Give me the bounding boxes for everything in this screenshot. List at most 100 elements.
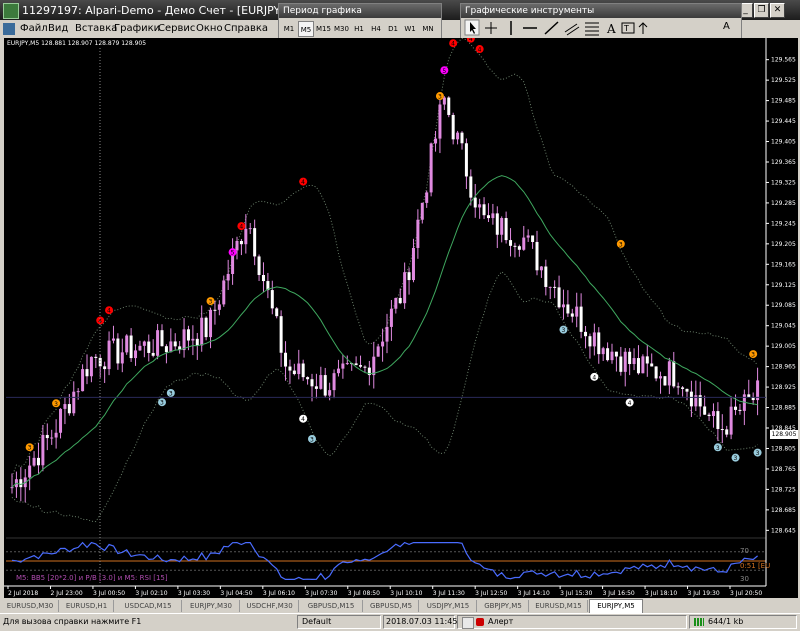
cursor-icon[interactable]: [464, 19, 480, 36]
candle-body: [570, 313, 574, 317]
candle-body: [89, 356, 93, 377]
period-m30-button[interactable]: M30: [333, 21, 350, 37]
y-tick-label: 129.045: [771, 323, 796, 330]
candle-body: [76, 391, 80, 393]
tab-eurusd-h1[interactable]: EURUSD,H1: [60, 600, 114, 612]
candle-body: [548, 286, 552, 288]
y-tick-label: 128.725: [771, 486, 796, 493]
tab-usdchf-m30[interactable]: USDCHF,M30: [241, 600, 299, 612]
candle-body: [213, 309, 217, 311]
candle-body: [650, 363, 654, 367]
candle-body: [142, 341, 146, 346]
period-m5-button[interactable]: M5: [298, 21, 314, 37]
candle-body: [160, 330, 164, 347]
candle-body: [10, 487, 14, 489]
tools-panel-title: Графические инструменты: [461, 4, 741, 18]
arrow-icon[interactable]: [638, 22, 648, 34]
fibonacci-icon[interactable]: [585, 22, 599, 36]
period-w1-button[interactable]: W1: [402, 21, 418, 37]
symbol-tabs: EURUSD,M30 EURUSD,H1 USDCAD,M15 EURJPY,M…: [0, 599, 800, 614]
label-icon[interactable]: T: [621, 22, 635, 34]
signal-marker-label: 3: [438, 94, 442, 101]
menu-charts[interactable]: Графики: [114, 23, 160, 34]
candle-body: [601, 348, 605, 355]
candle-body: [539, 266, 543, 271]
y-tick-label: 129.165: [771, 261, 796, 268]
tab-gbpjpy-m5[interactable]: GBPJPY,M5: [478, 600, 529, 612]
candle-body: [156, 330, 160, 356]
menu-tools[interactable]: Сервис: [158, 23, 195, 34]
app-icon: [3, 3, 19, 19]
text-icon[interactable]: A: [606, 22, 616, 36]
alert-icon[interactable]: [476, 618, 484, 626]
status-alert[interactable]: Алерт: [488, 617, 513, 626]
tab-eurusd-m30[interactable]: EURUSD,M30: [2, 600, 59, 612]
menu-window[interactable]: Окно: [196, 23, 223, 34]
bb-upper-band: [11, 38, 758, 478]
signal-marker-label: 4: [107, 308, 111, 315]
y-tick-label: 129.245: [771, 220, 796, 227]
menu-view[interactable]: Вид: [48, 23, 68, 34]
candle-body: [257, 256, 261, 275]
candle-body: [147, 341, 151, 353]
period-mn-button[interactable]: MN: [419, 21, 437, 37]
y-tick-label: 129.485: [771, 98, 796, 105]
y-tick-label: 129.525: [771, 77, 796, 84]
signal-marker-label: 3: [310, 436, 314, 443]
y-tick-label: 129.445: [771, 118, 796, 125]
tab-gbpusd-m15[interactable]: GBPUSD,M15: [300, 600, 363, 612]
candle-body: [531, 235, 535, 242]
candle-body: [389, 308, 393, 327]
candle-body: [478, 204, 482, 208]
menu-file[interactable]: Файл: [20, 23, 48, 34]
tab-gbpusd-m5[interactable]: GBPUSD,M5: [364, 600, 419, 612]
tab-eurusd-m15[interactable]: EURUSD,M15: [530, 600, 588, 612]
window-title: 11297197: Alpari-Demo - Демо Счет - [EUR…: [22, 4, 305, 17]
period-h1-button[interactable]: H1: [351, 21, 367, 37]
candle-body: [191, 338, 195, 341]
chart-window[interactable]: 3344354443544333343344333 129.565129.525…: [4, 38, 798, 598]
x-tick-label: 2 Jul 2018: [8, 590, 38, 597]
period-m1-button[interactable]: M1: [281, 21, 297, 37]
period-d1-button[interactable]: D1: [385, 21, 401, 37]
candle-body: [667, 361, 671, 386]
candle-body: [239, 240, 243, 245]
more-tools-button[interactable]: A: [723, 21, 730, 32]
restore-button[interactable]: ❐: [754, 3, 769, 18]
candle-body: [509, 240, 513, 246]
period-m15-button[interactable]: M15: [315, 21, 332, 37]
candle-body: [645, 356, 649, 364]
x-tick-label: 3 Jul 12:50: [475, 590, 507, 597]
candle-body: [654, 366, 658, 379]
tab-usdjpy-m15[interactable]: USDJPY,M15: [420, 600, 477, 612]
candle-body: [557, 287, 561, 308]
candle-body: [173, 341, 177, 347]
candle-body: [636, 358, 640, 374]
y-tick-label: 128.965: [771, 364, 796, 371]
chart-header: EURJPY,M5 128.881 128.907 128.879 128.90…: [7, 40, 147, 47]
signal-marker-label: 3: [716, 445, 720, 452]
trendline-icon[interactable]: [544, 21, 559, 35]
status-help: Для вызова справки нажмите F1: [3, 617, 142, 626]
chart-canvas[interactable]: 3344354443544333343344333 129.565129.525…: [4, 38, 798, 598]
candle-body: [279, 316, 283, 353]
channel-icon[interactable]: [564, 23, 580, 36]
y-tick-label: 129.205: [771, 241, 796, 248]
tab-eurjpy-m5[interactable]: EURJPY,M5: [589, 599, 643, 614]
x-tick-label: 3 Jul 15:30: [560, 590, 592, 597]
candle-body: [314, 386, 318, 389]
period-h4-button[interactable]: H4: [368, 21, 384, 37]
tab-usdcad-m15[interactable]: USDCAD,M15: [115, 600, 182, 612]
close-button[interactable]: ✕: [770, 3, 785, 18]
countdown-label: 0:51 [EU: [740, 562, 771, 570]
menu-help[interactable]: Справка: [224, 23, 268, 34]
signal-marker-label: 3: [54, 401, 58, 408]
candle-body: [584, 331, 588, 337]
candle-body: [310, 379, 314, 387]
menu-insert[interactable]: Вставка: [75, 23, 117, 34]
candle-body: [464, 143, 468, 177]
crosshair-icon[interactable]: [485, 22, 497, 34]
candle-body: [45, 434, 49, 439]
tab-eurjpy-m30[interactable]: EURJPY,M30: [183, 600, 240, 612]
x-tick-label: 3 Jul 00:50: [93, 590, 125, 597]
